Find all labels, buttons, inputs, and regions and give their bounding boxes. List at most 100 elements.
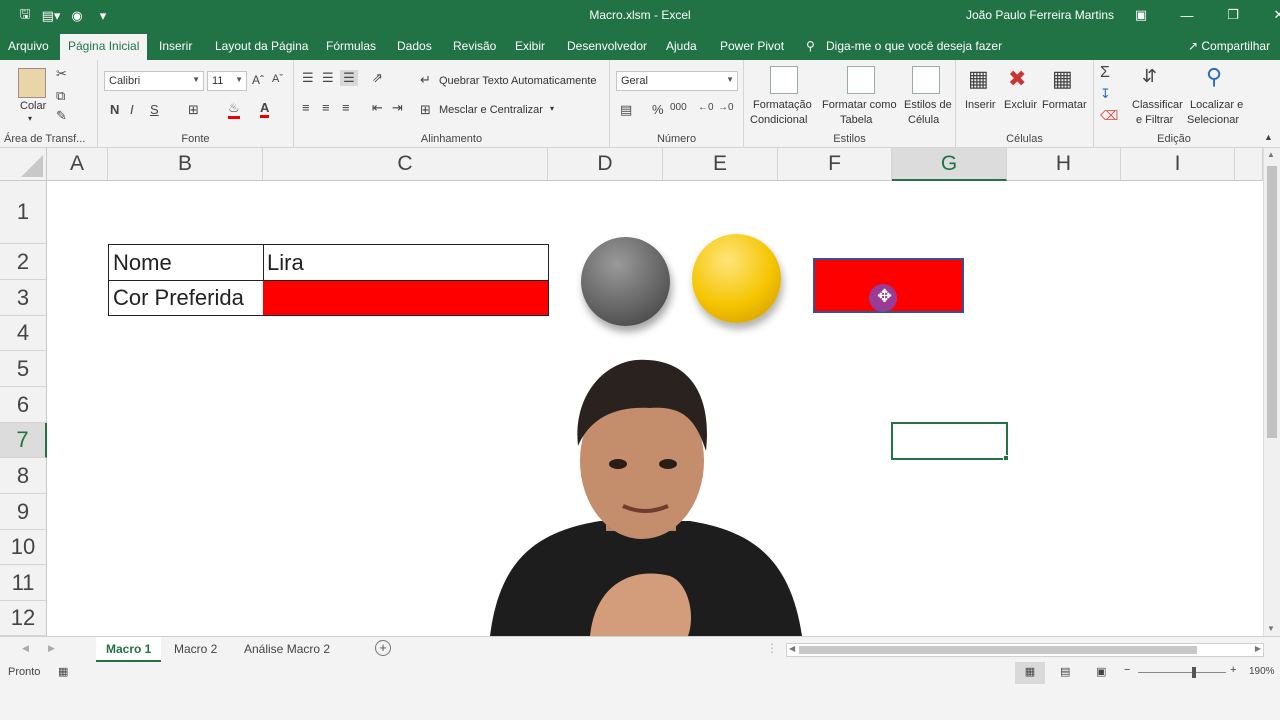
bold-button[interactable]: N <box>110 102 119 117</box>
tab-arquivo[interactable]: Arquivo <box>8 39 49 53</box>
number-format-select[interactable]: Geral ▼ <box>616 71 738 91</box>
cell-b3[interactable]: Cor Preferida <box>108 280 264 316</box>
restore-icon[interactable]: ❐ <box>1210 4 1256 26</box>
row-header-7[interactable]: 7 <box>0 423 47 458</box>
page-layout-view-icon[interactable]: ▤ <box>1060 665 1070 678</box>
increase-indent-icon[interactable]: ⇥ <box>392 100 403 116</box>
horizontal-scrollbar[interactable]: ◀ ▶ <box>786 643 1264 657</box>
fill-icon[interactable]: ↧ <box>1100 86 1111 102</box>
sort-filter-line2[interactable]: e Filtrar <box>1136 114 1173 126</box>
tab-exibir[interactable]: Exibir <box>515 39 545 53</box>
align-left-icon[interactable]: ≡ <box>302 100 310 115</box>
new-sheet-icon[interactable]: + <box>375 640 391 656</box>
cell-c3-favorite-color[interactable] <box>263 280 549 316</box>
conditional-formatting-line1[interactable]: Formatação <box>753 99 812 111</box>
paste-button[interactable]: Colar <box>20 100 46 112</box>
row-header-2[interactable]: 2 <box>0 244 47 280</box>
tell-me-box[interactable]: Diga-me o que você deseja fazer <box>826 39 1002 53</box>
insert-cells-icon[interactable]: ▦ <box>968 66 989 92</box>
cell-styles-line1[interactable]: Estilos de <box>904 99 952 111</box>
next-sheet-icon[interactable]: ▶ <box>48 643 55 654</box>
conditional-formatting-line2[interactable]: Condicional <box>750 114 807 126</box>
underline-button[interactable]: S <box>150 102 159 117</box>
column-header-h[interactable]: H <box>1007 148 1121 181</box>
column-header-d[interactable]: D <box>548 148 663 181</box>
select-all-corner[interactable] <box>0 148 47 181</box>
scroll-up-icon[interactable]: ▲ <box>1267 150 1275 159</box>
row-header-11[interactable]: 11 <box>0 565 47 601</box>
currency-icon[interactable]: ▤ <box>620 102 632 118</box>
tab-splitter-icon[interactable]: ⋮ <box>766 641 778 655</box>
column-header-c[interactable]: C <box>263 148 548 181</box>
grow-font-icon[interactable]: Aˆ <box>252 73 264 87</box>
zoom-out-icon[interactable]: − <box>1124 664 1130 676</box>
macro-recording-icon[interactable]: ▦ <box>58 665 68 678</box>
tab-inserir[interactable]: Inserir <box>159 39 192 53</box>
horizontal-scroll-thumb[interactable] <box>799 646 1197 654</box>
find-select-line2[interactable]: Selecionar <box>1187 114 1239 126</box>
prev-sheet-icon[interactable]: ◀ <box>22 643 29 654</box>
decrease-indent-icon[interactable]: ⇤ <box>372 100 383 116</box>
copy-icon[interactable]: ⧉ <box>56 88 65 104</box>
user-name[interactable]: João Paulo Ferreira Martins <box>966 8 1114 22</box>
tab-ajuda[interactable]: Ajuda <box>666 39 697 53</box>
orientation-icon[interactable]: ⇗ <box>372 70 383 86</box>
tab-layout[interactable]: Layout da Página <box>215 39 308 53</box>
format-cells-button[interactable]: Formatar <box>1042 99 1087 111</box>
delete-cells-button[interactable]: Excluir <box>1004 99 1037 111</box>
share-button[interactable]: ↗ Compartilhar <box>1188 39 1270 53</box>
find-select-line1[interactable]: Localizar e <box>1190 99 1243 111</box>
zoom-in-icon[interactable]: + <box>1230 664 1236 676</box>
find-select-icon[interactable]: ⚲ <box>1206 64 1222 90</box>
search-icon[interactable]: ⚲ <box>806 39 815 53</box>
thousands-button[interactable]: 000 <box>670 102 687 113</box>
close-icon[interactable]: ✕ <box>1256 4 1280 26</box>
zoom-slider-track[interactable] <box>1138 672 1226 673</box>
tab-desenvolvedor[interactable]: Desenvolvedor <box>567 39 647 53</box>
sort-filter-line1[interactable]: Classificar <box>1132 99 1183 111</box>
sort-filter-icon[interactable]: ⇵ <box>1142 66 1157 87</box>
insert-cells-button[interactable]: Inserir <box>965 99 996 111</box>
format-as-table-line2[interactable]: Tabela <box>840 114 872 126</box>
align-bottom-icon[interactable]: ☰ <box>340 70 358 86</box>
vertical-scrollbar[interactable]: ▲ ▼ <box>1263 148 1280 636</box>
vertical-scroll-thumb[interactable] <box>1267 166 1277 438</box>
align-right-icon[interactable]: ≡ <box>342 100 350 115</box>
merge-icon[interactable]: ⊞ <box>420 102 431 118</box>
sheet-tab-analise-macro-2[interactable]: Análise Macro 2 <box>244 637 330 662</box>
paste-icon[interactable] <box>18 68 46 98</box>
align-top-icon[interactable]: ☰ <box>302 70 314 86</box>
yellow-macro-button[interactable] <box>692 234 781 323</box>
shrink-font-icon[interactable]: Aˇ <box>272 73 283 85</box>
format-as-table-icon[interactable] <box>847 66 875 94</box>
format-as-table-line1[interactable]: Formatar como <box>822 99 897 111</box>
align-center-icon[interactable]: ≡ <box>322 100 330 115</box>
gray-macro-button[interactable] <box>581 237 670 326</box>
column-header-b[interactable]: B <box>108 148 263 181</box>
font-color-icon[interactable]: A <box>260 100 270 118</box>
active-cell-g7[interactable] <box>891 422 1008 460</box>
cell-styles-line2[interactable]: Célula <box>908 114 939 126</box>
cell-c2[interactable]: Lira <box>263 244 549 281</box>
fill-color-icon[interactable]: ♨ <box>228 100 240 119</box>
tab-formulas[interactable]: Fórmulas <box>326 39 376 53</box>
borders-icon[interactable]: ⊞ <box>188 102 199 118</box>
sheet-tab-macro-1[interactable]: Macro 1 <box>96 637 162 662</box>
column-header-g[interactable]: G <box>892 148 1007 181</box>
row-header-5[interactable]: 5 <box>0 351 47 387</box>
row-header-6[interactable]: 6 <box>0 387 47 423</box>
format-cells-icon[interactable]: ▦ <box>1052 66 1073 92</box>
worksheet-grid[interactable]: A B C D E F G H I 1 2 3 4 5 6 7 8 9 10 1… <box>0 148 1280 636</box>
normal-view-icon[interactable]: ▦ <box>1015 662 1045 684</box>
autosum-icon[interactable]: Σ <box>1100 64 1110 82</box>
font-size-select[interactable]: 11 ▼ <box>207 71 247 91</box>
column-header-f[interactable]: F <box>778 148 892 181</box>
row-header-12[interactable]: 12 <box>0 601 47 636</box>
column-header-i[interactable]: I <box>1121 148 1235 181</box>
tab-revisao[interactable]: Revisão <box>453 39 496 53</box>
ribbon-display-icon[interactable]: ▣ <box>1118 4 1164 26</box>
percent-button[interactable]: % <box>652 102 664 117</box>
tab-power-pivot[interactable]: Power Pivot <box>720 39 784 53</box>
scroll-left-icon[interactable]: ◀ <box>789 644 795 653</box>
minimize-icon[interactable]: — <box>1164 4 1210 26</box>
